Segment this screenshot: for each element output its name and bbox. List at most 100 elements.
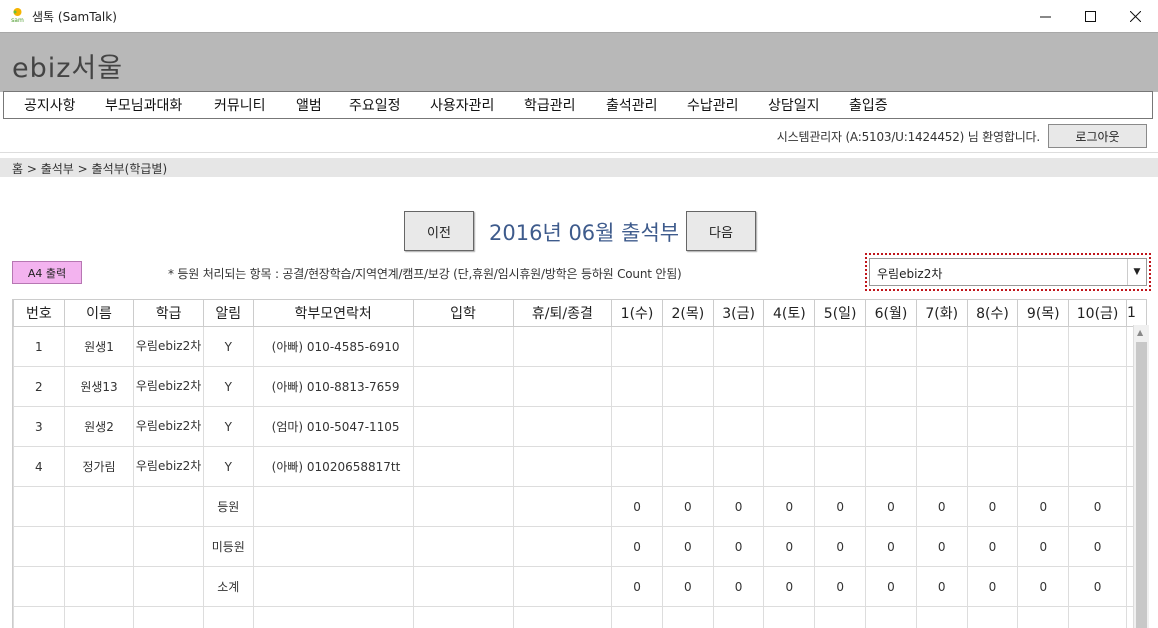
table-cell: 1	[13, 326, 65, 367]
table-cell	[763, 326, 816, 367]
maximize-button[interactable]	[1067, 0, 1113, 32]
menu-payment[interactable]: 수납관리	[687, 95, 739, 115]
table-cell	[763, 366, 816, 407]
table-cell	[412, 326, 514, 367]
table-cell	[13, 566, 65, 607]
table-cell	[1017, 326, 1070, 367]
table-cell	[252, 566, 414, 607]
column-header: 8(수)	[966, 299, 1019, 327]
table-cell	[202, 606, 254, 628]
table-cell: 0	[1068, 486, 1127, 527]
table-cell: 4	[13, 446, 65, 487]
maximize-icon	[1084, 10, 1096, 22]
menu-album[interactable]: 앨범	[296, 95, 322, 115]
table-cell: 0	[915, 486, 968, 527]
menu-notice[interactable]: 공지사항	[24, 95, 76, 115]
attendance-note: * 등원 처리되는 항목 : 공결/현장학습/지역연계/캠프/보강 (단,휴원/…	[168, 267, 682, 281]
menu-access-pass[interactable]: 출입증	[849, 95, 888, 115]
summary-row: 등원 0 0 0 0 0 0 0 0 0 0	[13, 486, 1147, 527]
menu-community[interactable]: 커뮤니티	[214, 95, 266, 115]
table-cell	[412, 566, 514, 607]
table-cell	[63, 566, 135, 607]
table-cell	[814, 406, 867, 447]
table-cell	[814, 606, 867, 628]
table-cell	[661, 446, 714, 487]
menu-user-admin[interactable]: 사용자관리	[430, 95, 494, 115]
column-header: 1(수)	[611, 299, 663, 327]
page-title: 2016년 06월 출석부	[489, 221, 680, 245]
menu-consultation[interactable]: 상담일지	[768, 95, 820, 115]
print-a4-button[interactable]: A4 출력	[12, 261, 82, 284]
table-cell: 0	[712, 566, 765, 607]
table-cell	[712, 406, 765, 447]
class-select[interactable]: 우림ebiz2차 ▼	[869, 258, 1147, 286]
table-cell	[412, 446, 514, 487]
table-cell	[865, 606, 917, 628]
column-header: 학부모연락처	[252, 299, 414, 327]
table-cell	[966, 406, 1019, 447]
scroll-thumb[interactable]	[1136, 342, 1147, 628]
table-header-row: 번호 이름 학급 알림 학부모연락처 입학 휴/퇴/종결 1(수) 2(목) 3(금) 4(토) 5(…	[13, 299, 1147, 327]
table-cell	[611, 606, 663, 628]
table-cell	[763, 406, 816, 447]
table-cell: 0	[1068, 566, 1127, 607]
column-header: 6(월)	[865, 299, 917, 327]
table-cell: 0	[966, 486, 1019, 527]
attendance-grid: 번호 이름 학급 알림 학부모연락처 입학 휴/퇴/종결 1(수) 2(목) 3(금) 4(토) 5(…	[12, 299, 1147, 628]
table-cell	[1017, 406, 1070, 447]
logout-button[interactable]: 로그아웃	[1048, 124, 1147, 148]
chevron-down-icon[interactable]: ▼	[1127, 259, 1146, 285]
table-cell: 0	[1068, 526, 1127, 567]
breadcrumb: 홈 > 출석부 > 출석부(학급별)	[0, 158, 1158, 177]
table-cell	[133, 526, 204, 567]
menu-class-admin[interactable]: 학급관리	[524, 95, 576, 115]
next-month-button[interactable]: 다음	[686, 211, 756, 251]
table-cell: 0	[1017, 486, 1070, 527]
table-cell	[915, 446, 968, 487]
table-cell	[1068, 606, 1127, 628]
table-cell	[966, 446, 1019, 487]
menu-parent-talk[interactable]: 부모님과대화	[105, 95, 182, 115]
table-cell	[133, 486, 204, 527]
summary-row	[13, 606, 1147, 628]
table-cell	[661, 326, 714, 367]
column-header: 7(화)	[915, 299, 968, 327]
minimize-button[interactable]	[1022, 0, 1068, 32]
table-cell: 0	[865, 526, 917, 567]
table-cell	[1017, 446, 1070, 487]
table-cell	[13, 486, 65, 527]
table-cell: 0	[865, 566, 917, 607]
app-logo-icon: sam	[11, 8, 24, 24]
summary-row: 소계 0 0 0 0 0 0 0 0 0 0	[13, 566, 1147, 607]
column-header: 1	[1125, 299, 1147, 327]
table-cell: 원생13	[63, 366, 135, 407]
table-cell	[13, 526, 65, 567]
table-cell: 0	[1017, 526, 1070, 567]
table-cell	[814, 446, 867, 487]
main-menu: 공지사항 부모님과대화 커뮤니티 앨범 주요일정 사용자관리 학급관리 출석관리…	[3, 91, 1153, 119]
table-cell	[1017, 606, 1070, 628]
menu-attendance[interactable]: 출석관리	[606, 95, 658, 115]
table-cell	[865, 366, 917, 407]
close-button[interactable]	[1112, 0, 1158, 32]
menu-schedule[interactable]: 주요일정	[349, 95, 401, 115]
school-name: ebiz서울	[12, 53, 124, 84]
vertical-scrollbar[interactable]: ▲	[1133, 325, 1149, 628]
table-cell	[1068, 326, 1127, 367]
table-cell	[512, 326, 613, 367]
table-cell: 0	[966, 566, 1019, 607]
table-cell: (아빠) 010-4585-6910	[252, 326, 414, 367]
table-cell: 소계	[202, 566, 254, 607]
table-cell	[611, 326, 663, 367]
table-cell: 미등원	[202, 526, 254, 567]
table-cell: Y	[202, 326, 254, 367]
table-cell: 0	[661, 526, 714, 567]
table-cell	[412, 526, 514, 567]
table-cell	[814, 366, 867, 407]
class-select-value: 우림ebiz2차	[877, 267, 943, 281]
svg-text:sam: sam	[11, 17, 24, 24]
table-cell	[252, 606, 414, 628]
table-cell	[712, 326, 765, 367]
prev-month-button[interactable]: 이전	[404, 211, 474, 251]
scroll-up-icon[interactable]: ▲	[1137, 328, 1143, 337]
